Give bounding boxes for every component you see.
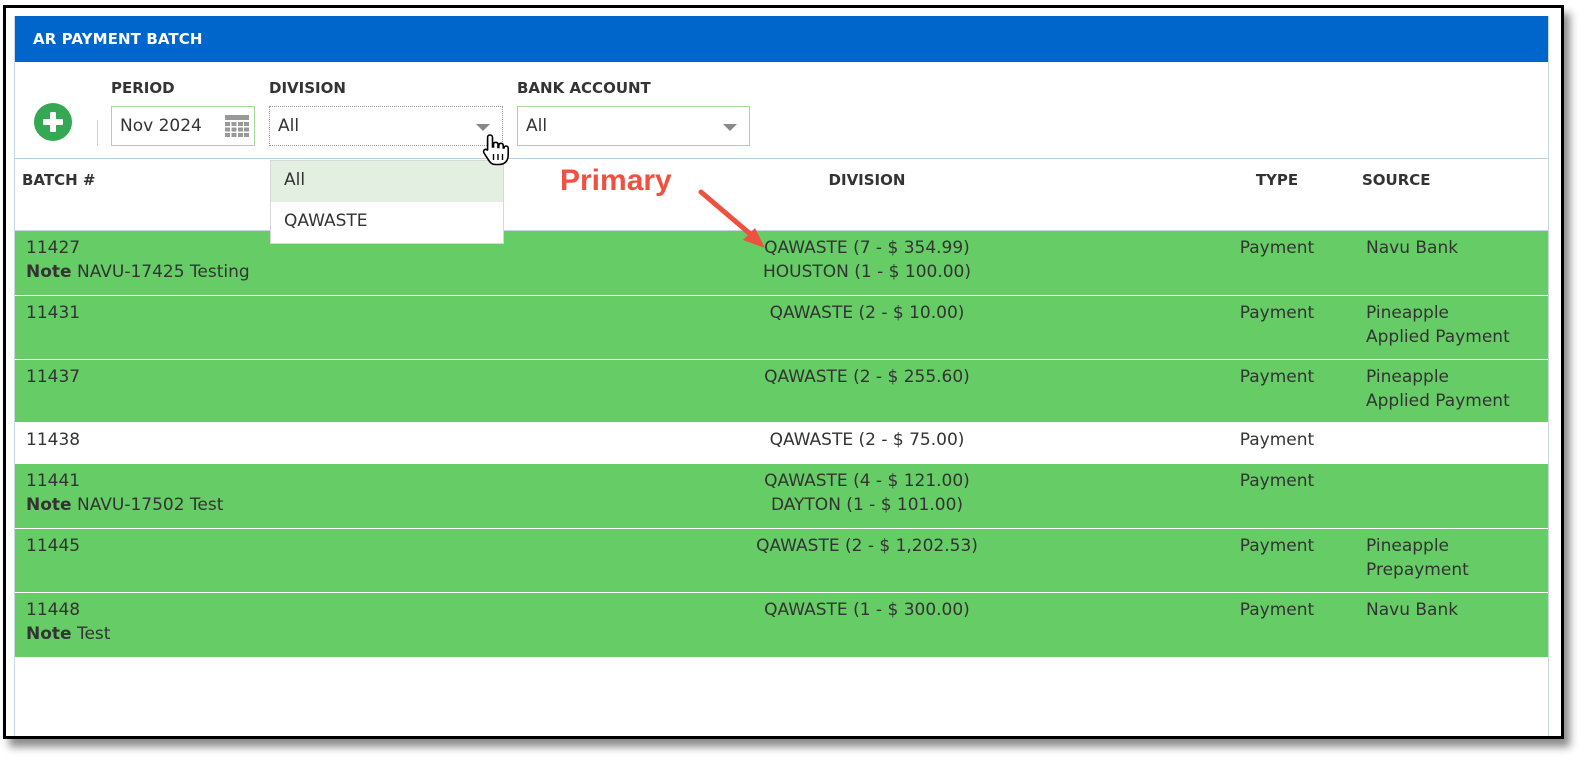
- division-label: DIVISION: [269, 79, 346, 97]
- source-cell: Navu Bank: [1366, 598, 1458, 622]
- source-cell: Navu Bank: [1366, 236, 1458, 260]
- division-summary: QAWASTE (7 - $ 354.99): [764, 238, 970, 258]
- ar-payment-batch-window: AR PAYMENT BATCH PERIOD Nov 2024 DIVISIO…: [14, 16, 1549, 736]
- batch-note: Note NAVU-17502 Test: [26, 493, 223, 517]
- division-cell: QAWASTE (1 - $ 300.00): [615, 598, 1119, 622]
- period-value: Nov 2024: [120, 116, 202, 136]
- chevron-down-icon[interactable]: [723, 124, 737, 131]
- division-summary: HOUSTON (1 - $ 100.00): [762, 262, 971, 282]
- table-header: BATCH # DIVISION TYPE SOURCE: [15, 159, 1548, 231]
- type-cell: Payment: [1239, 430, 1315, 450]
- type-cell: Payment: [1239, 303, 1315, 323]
- division-cell: QAWASTE (2 - $ 1,202.53): [615, 534, 1119, 558]
- table-row[interactable]: 11445 QAWASTE (2 - $ 1,202.53) Payment Pine…: [15, 529, 1548, 593]
- batch-number-cell: 11441 Note NAVU-17502 Test: [26, 469, 223, 517]
- calendar-icon[interactable]: [224, 114, 250, 138]
- division-cell: QAWASTE (7 - $ 354.99) HOUSTON (1 - $ 100…: [615, 236, 1119, 284]
- source-text: Navu Bank: [1366, 600, 1459, 620]
- note-label: Note: [26, 262, 72, 282]
- type-cell: Payment: [1239, 536, 1315, 556]
- divider: [97, 120, 98, 146]
- add-batch-button[interactable]: [34, 103, 72, 141]
- note-text: NAVU-17425 Testing: [71, 262, 250, 282]
- column-header-source[interactable]: SOURCE: [1362, 171, 1431, 189]
- division-cell: QAWASTE (2 - $ 75.00): [615, 428, 1119, 452]
- screenshot-frame: AR PAYMENT BATCH PERIOD Nov 2024 DIVISIO…: [3, 5, 1564, 739]
- note-label: Note: [26, 495, 72, 515]
- division-summary: QAWASTE (4 - $ 121.00): [764, 471, 970, 491]
- bank-account-select[interactable]: All: [517, 106, 750, 146]
- division-summary: QAWASTE (2 - $ 10.00): [769, 303, 965, 323]
- batch-number: 11445: [26, 536, 81, 556]
- batch-number: 11427: [26, 238, 81, 258]
- batch-number: 11437: [26, 367, 81, 387]
- table-row[interactable]: 11437 QAWASTE (2 - $ 255.60) Payment Pineap…: [15, 360, 1548, 423]
- division-summary: QAWASTE (1 - $ 300.00): [764, 600, 970, 620]
- division-option-qawaste[interactable]: QAWASTE: [271, 202, 503, 243]
- batch-number-cell: 11431: [26, 301, 80, 325]
- type-cell: Payment: [1239, 367, 1315, 387]
- batch-note: Note Test: [26, 622, 110, 646]
- source-text: Pineapple: [1366, 536, 1450, 556]
- batch-number-cell: 11445: [26, 534, 80, 558]
- column-header-type[interactable]: TYPE: [1227, 171, 1327, 189]
- batch-number-cell: 11437: [26, 365, 80, 389]
- division-select[interactable]: All: [269, 106, 503, 146]
- division-dropdown-menu: All QAWASTE: [270, 160, 504, 244]
- batch-number: 11441: [26, 471, 81, 491]
- division-summary: QAWASTE (2 - $ 75.00): [769, 430, 965, 450]
- division-cell: QAWASTE (2 - $ 10.00): [615, 301, 1119, 325]
- type-cell: Payment: [1239, 238, 1315, 258]
- period-label: PERIOD: [111, 79, 175, 97]
- annotation-arrow: [698, 189, 765, 248]
- note-text: NAVU-17502 Test: [71, 495, 224, 515]
- table-row[interactable]: 11427 Note NAVU-17425 Testing QAWASTE (7 -…: [15, 231, 1548, 296]
- source-text: Applied Payment: [1366, 391, 1510, 411]
- source-cell: Pineapple Prepayment: [1366, 534, 1469, 582]
- batch-number: 11448: [26, 600, 81, 620]
- table-row[interactable]: 11441 Note NAVU-17502 Test QAWASTE (4 - $ …: [15, 464, 1548, 529]
- table-row[interactable]: 11448 Note Test QAWASTE (1 - $ 300.00) Paym…: [15, 593, 1548, 658]
- note-label: Note: [26, 624, 72, 644]
- filter-bar: PERIOD Nov 2024 DIVISION All BANK ACCOUN…: [15, 62, 1548, 159]
- division-cell: QAWASTE (2 - $ 255.60): [615, 365, 1119, 389]
- annotation-label: Primary: [560, 164, 672, 197]
- batch-number: 11438: [26, 430, 81, 450]
- source-text: Navu Bank: [1366, 238, 1459, 258]
- hand-pointer-icon: [482, 134, 509, 166]
- type-cell: Payment: [1239, 600, 1315, 620]
- batch-table-body: 11427 Note NAVU-17425 Testing QAWASTE (7 -…: [15, 231, 1548, 658]
- column-header-division[interactable]: DIVISION: [615, 171, 1119, 189]
- division-summary: QAWASTE (2 - $ 1,202.53): [756, 536, 978, 556]
- batch-number-cell: 11448 Note Test: [26, 598, 110, 646]
- table-row[interactable]: 11431 QAWASTE (2 - $ 10.00) Payment Pineapp…: [15, 296, 1548, 360]
- source-text: Prepayment: [1366, 560, 1469, 580]
- division-option-all[interactable]: All: [271, 161, 503, 202]
- batch-number-cell: 11438: [26, 428, 80, 452]
- bank-account-select-value: All: [526, 116, 548, 136]
- source-text: Pineapple: [1366, 303, 1450, 323]
- batch-number-cell: 11427 Note NAVU-17425 Testing: [26, 236, 250, 284]
- division-summary: QAWASTE (2 - $ 255.60): [764, 367, 970, 387]
- table-row[interactable]: 11438 QAWASTE (2 - $ 75.00) Payment: [15, 423, 1548, 464]
- division-summary: DAYTON (1 - $ 101.00): [770, 495, 964, 515]
- source-text: Applied Payment: [1366, 327, 1510, 347]
- column-header-batch[interactable]: BATCH #: [22, 171, 95, 189]
- period-field[interactable]: Nov 2024: [111, 106, 255, 146]
- source-cell: Pineapple Applied Payment: [1366, 301, 1510, 349]
- division-cell: QAWASTE (4 - $ 121.00) DAYTON (1 - $ 101.…: [615, 469, 1119, 517]
- source-cell: Pineapple Applied Payment: [1366, 365, 1510, 413]
- note-text: Test: [71, 624, 111, 644]
- chevron-down-icon[interactable]: [476, 124, 490, 131]
- window-title: AR PAYMENT BATCH: [15, 16, 1548, 62]
- batch-note: Note NAVU-17425 Testing: [26, 260, 250, 284]
- bank-account-label: BANK ACCOUNT: [517, 79, 651, 97]
- type-cell: Payment: [1239, 471, 1315, 491]
- source-text: Pineapple: [1366, 367, 1450, 387]
- division-select-value: All: [278, 116, 300, 136]
- batch-number: 11431: [26, 303, 81, 323]
